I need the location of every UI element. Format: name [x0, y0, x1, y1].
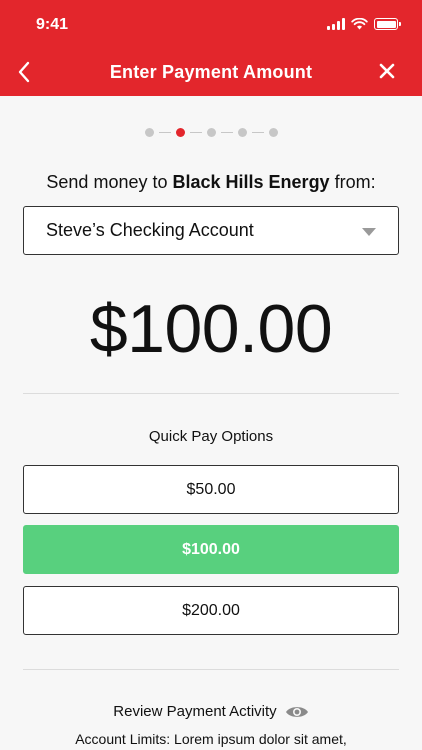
close-icon[interactable]: [376, 60, 398, 82]
caret-down-icon: [362, 228, 376, 236]
nav-bar: Enter Payment Amount: [0, 48, 422, 96]
divider: [23, 669, 399, 670]
progress-step-dot: [268, 128, 278, 137]
progress-step-dot: [206, 128, 216, 137]
progress-step-connector: [251, 131, 264, 134]
send-money-text: Send money to Black Hills Energy from:: [0, 172, 422, 193]
review-label: Review Payment Activity: [113, 703, 277, 720]
progress-step-connector: [189, 131, 202, 134]
wifi-icon: [351, 18, 368, 30]
send-prefix: Send money to: [46, 172, 173, 192]
page-title: Enter Payment Amount: [109, 62, 313, 82]
send-suffix: from:: [329, 172, 376, 192]
quick-pay-title: Quick Pay Options: [148, 428, 274, 445]
divider: [23, 393, 399, 394]
payment-amount: $100.00: [89, 291, 333, 367]
account-limits-text: Account Limits: Lorem ipsum dolor sit am…: [75, 731, 347, 747]
quick-pay-option-200[interactable]: $200.00: [23, 586, 399, 635]
progress-step-dot: [175, 128, 185, 137]
account-select-value: Steve’s Checking Account: [46, 220, 254, 240]
battery-icon: [374, 18, 401, 30]
status-icons: [327, 18, 401, 30]
status-time: 9:41: [36, 16, 69, 33]
payee-name: Black Hills Energy: [172, 172, 330, 192]
header: 9:41 Enter Payment Amount: [0, 0, 422, 96]
progress-step-dot: [144, 128, 154, 137]
cellular-signal-icon: [327, 18, 345, 30]
account-select[interactable]: Steve’s Checking Account: [23, 206, 399, 255]
status-bar: 9:41: [0, 0, 422, 48]
eye-icon: [285, 706, 308, 717]
quick-pay-option-100[interactable]: $100.00: [23, 525, 399, 574]
quick-pay-option-50[interactable]: $50.00: [23, 465, 399, 514]
review-payment-activity-link[interactable]: Review Payment Activity: [0, 703, 422, 720]
progress-step-connector: [158, 131, 171, 134]
progress-stepper: [0, 128, 422, 137]
progress-step-connector: [220, 131, 233, 134]
progress-step-dot: [237, 128, 247, 137]
